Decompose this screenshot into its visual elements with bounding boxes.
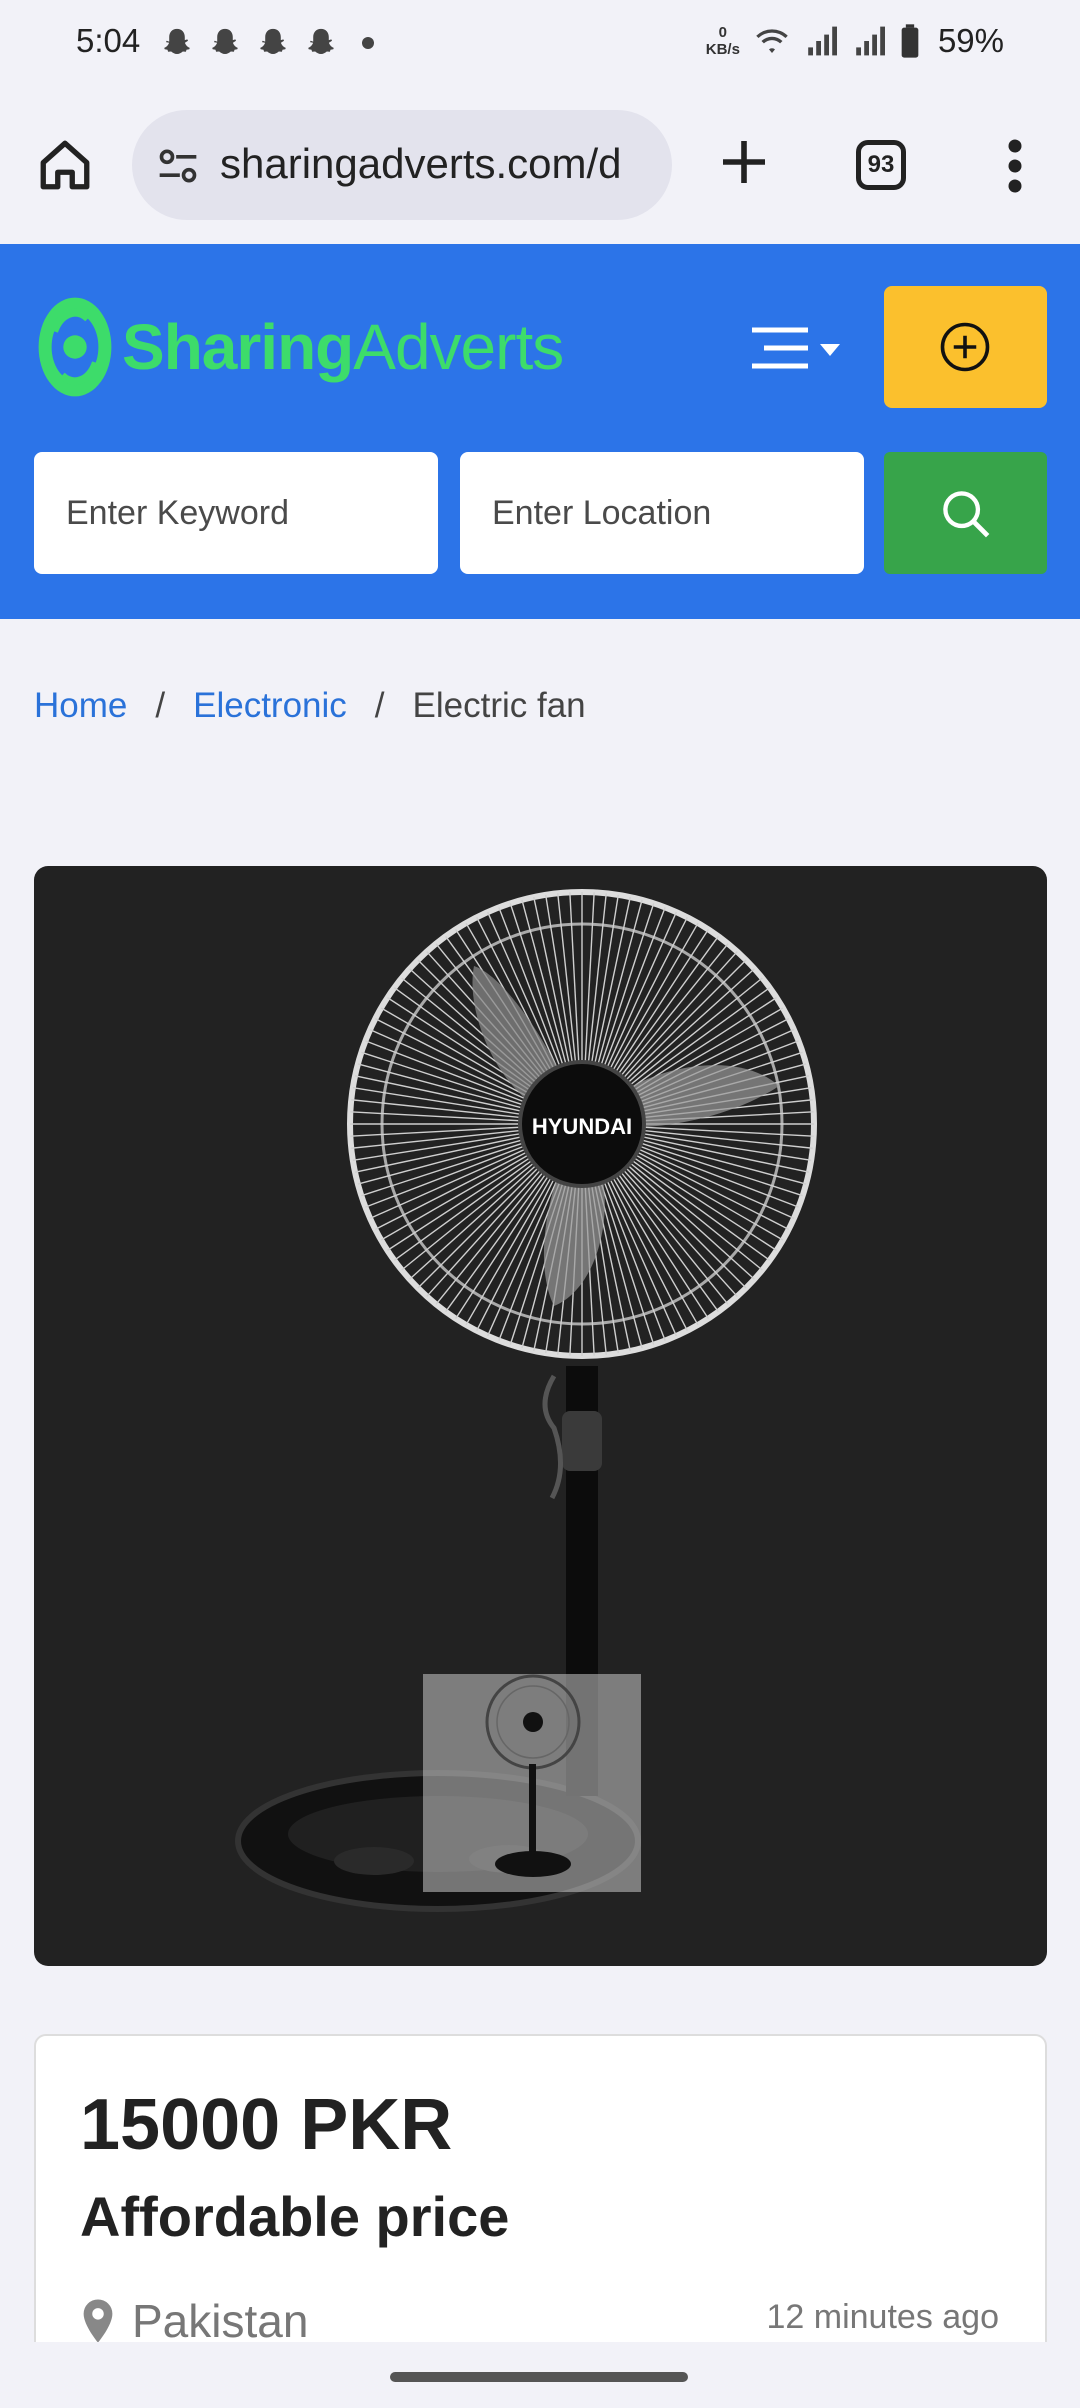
logo-text: SharingAdverts bbox=[122, 311, 564, 383]
search-button[interactable] bbox=[884, 452, 1047, 574]
browser-toolbar: sharingadverts.com/d 93 bbox=[0, 92, 1080, 244]
notification-icons bbox=[160, 26, 374, 60]
listing-price: 15000 PKR bbox=[80, 2085, 453, 2165]
address-bar[interactable]: sharingadverts.com/d bbox=[132, 110, 672, 220]
nav-menu-toggle-icon[interactable] bbox=[748, 324, 844, 372]
tab-switcher-button[interactable]: 93 bbox=[856, 140, 906, 190]
home-icon[interactable] bbox=[36, 136, 94, 194]
status-indicators: 0 KB/s 59% bbox=[706, 22, 1004, 60]
signal-icon bbox=[808, 26, 837, 56]
breadcrumb-home[interactable]: Home bbox=[34, 686, 127, 726]
site-logo[interactable]: SharingAdverts bbox=[36, 292, 564, 402]
site-header: SharingAdverts bbox=[0, 244, 1080, 619]
status-bar: 5:04 0 KB/s 59% bbox=[0, 0, 1080, 92]
search-icon bbox=[943, 491, 990, 538]
listing-posted-time: 12 minutes ago bbox=[766, 2298, 1000, 2336]
breadcrumb-current: Electric fan bbox=[412, 686, 586, 725]
more-menu-icon[interactable] bbox=[1000, 136, 1030, 196]
breadcrumb-category[interactable]: Electronic bbox=[193, 686, 347, 726]
home-gesture-handle[interactable] bbox=[390, 2372, 688, 2382]
post-ad-button[interactable] bbox=[884, 286, 1047, 408]
new-tab-icon[interactable] bbox=[716, 134, 772, 190]
location-input[interactable] bbox=[460, 452, 864, 574]
snapchat-icon bbox=[212, 28, 238, 55]
image-zoom-thumbnail[interactable] bbox=[423, 1674, 641, 1892]
network-speed: 0 KB/s bbox=[705, 24, 740, 58]
more-notifications-dot bbox=[362, 37, 374, 49]
fan-brand-label: HYUNDAI bbox=[532, 1114, 632, 1139]
battery-icon bbox=[901, 24, 919, 58]
logo-icon bbox=[38, 297, 112, 397]
listing-title: Affordable price bbox=[80, 2185, 510, 2248]
url-text[interactable]: sharingadverts.com/d bbox=[220, 140, 622, 188]
breadcrumb: Home / Electronic / Electric fan bbox=[34, 686, 586, 726]
location-pin-icon bbox=[83, 2299, 113, 2343]
snapchat-icon bbox=[308, 28, 334, 55]
snapchat-icon bbox=[260, 28, 286, 55]
wifi-icon bbox=[756, 29, 788, 53]
listing-location: Pakistan bbox=[80, 2294, 308, 2348]
snapchat-icon bbox=[164, 28, 190, 55]
plus-circle-icon bbox=[940, 322, 990, 372]
breadcrumb-separator: / bbox=[155, 686, 166, 725]
keyword-input[interactable] bbox=[34, 452, 438, 574]
fan-thumbnail bbox=[485, 1674, 581, 1877]
product-image[interactable]: HYUNDAI bbox=[34, 866, 1047, 1966]
site-settings-icon[interactable] bbox=[156, 144, 200, 188]
battery-level: 59% bbox=[937, 22, 1004, 59]
signal-icon bbox=[856, 26, 885, 56]
breadcrumb-separator: / bbox=[374, 686, 385, 725]
status-time: 5:04 bbox=[76, 22, 141, 59]
gesture-navigation-bar bbox=[0, 2342, 1080, 2408]
